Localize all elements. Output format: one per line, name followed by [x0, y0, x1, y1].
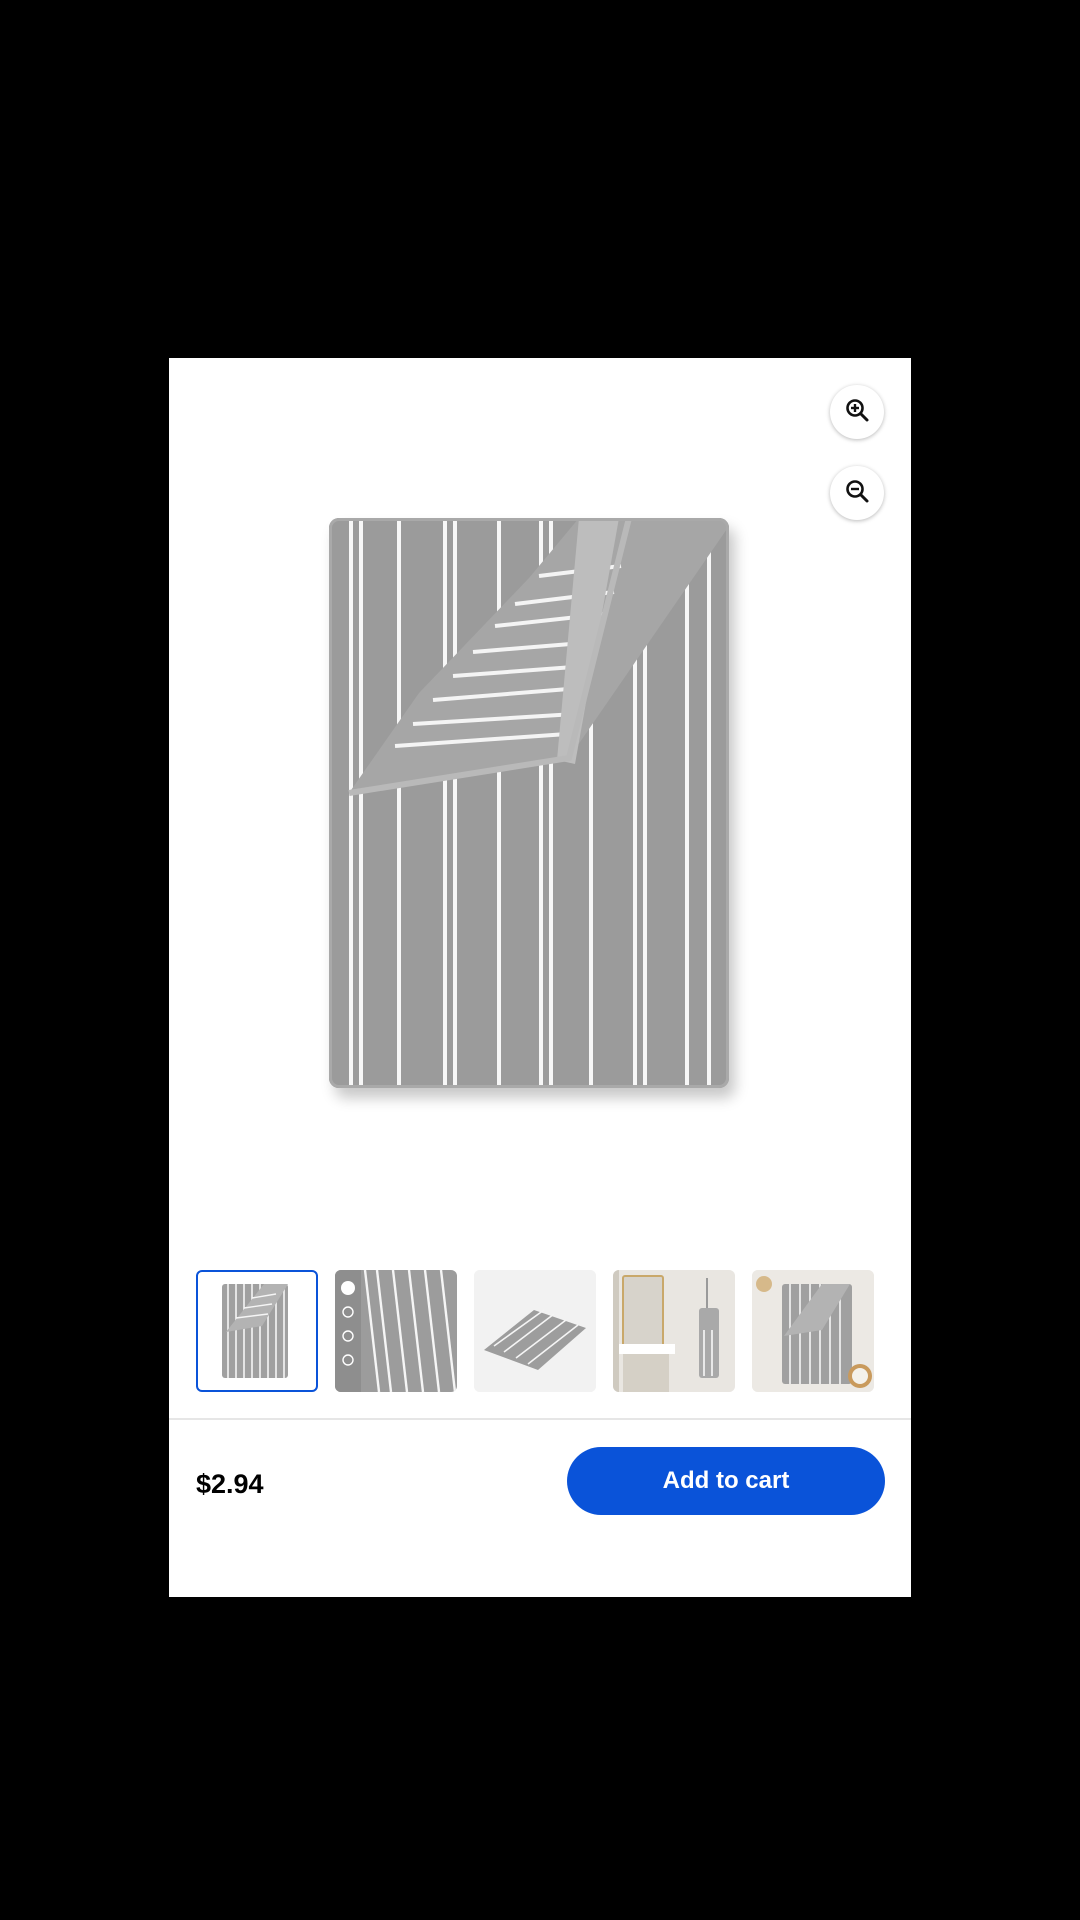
thumbnail-1[interactable]: [196, 1270, 318, 1392]
zoom-out-icon: [844, 478, 870, 509]
zoom-in-button[interactable]: [830, 385, 884, 439]
price: $2.94: [196, 1469, 264, 1499]
thumbnail-3[interactable]: [474, 1270, 596, 1392]
zoom-out-button[interactable]: [830, 466, 884, 520]
main-product-image: [329, 518, 729, 1088]
footer-divider: [169, 1418, 911, 1420]
thumbnail-2[interactable]: [335, 1270, 457, 1392]
towel-image: [329, 518, 729, 1088]
thumbnail-4[interactable]: [613, 1270, 735, 1392]
thumbnail-5[interactable]: [752, 1270, 874, 1392]
thumbnail-strip: [196, 1270, 886, 1392]
product-image-modal: $2.94 Add to cart: [169, 358, 911, 1597]
add-to-cart-button[interactable]: Add to cart: [567, 1447, 885, 1515]
zoom-in-icon: [844, 397, 870, 428]
image-viewer[interactable]: [169, 358, 911, 1248]
